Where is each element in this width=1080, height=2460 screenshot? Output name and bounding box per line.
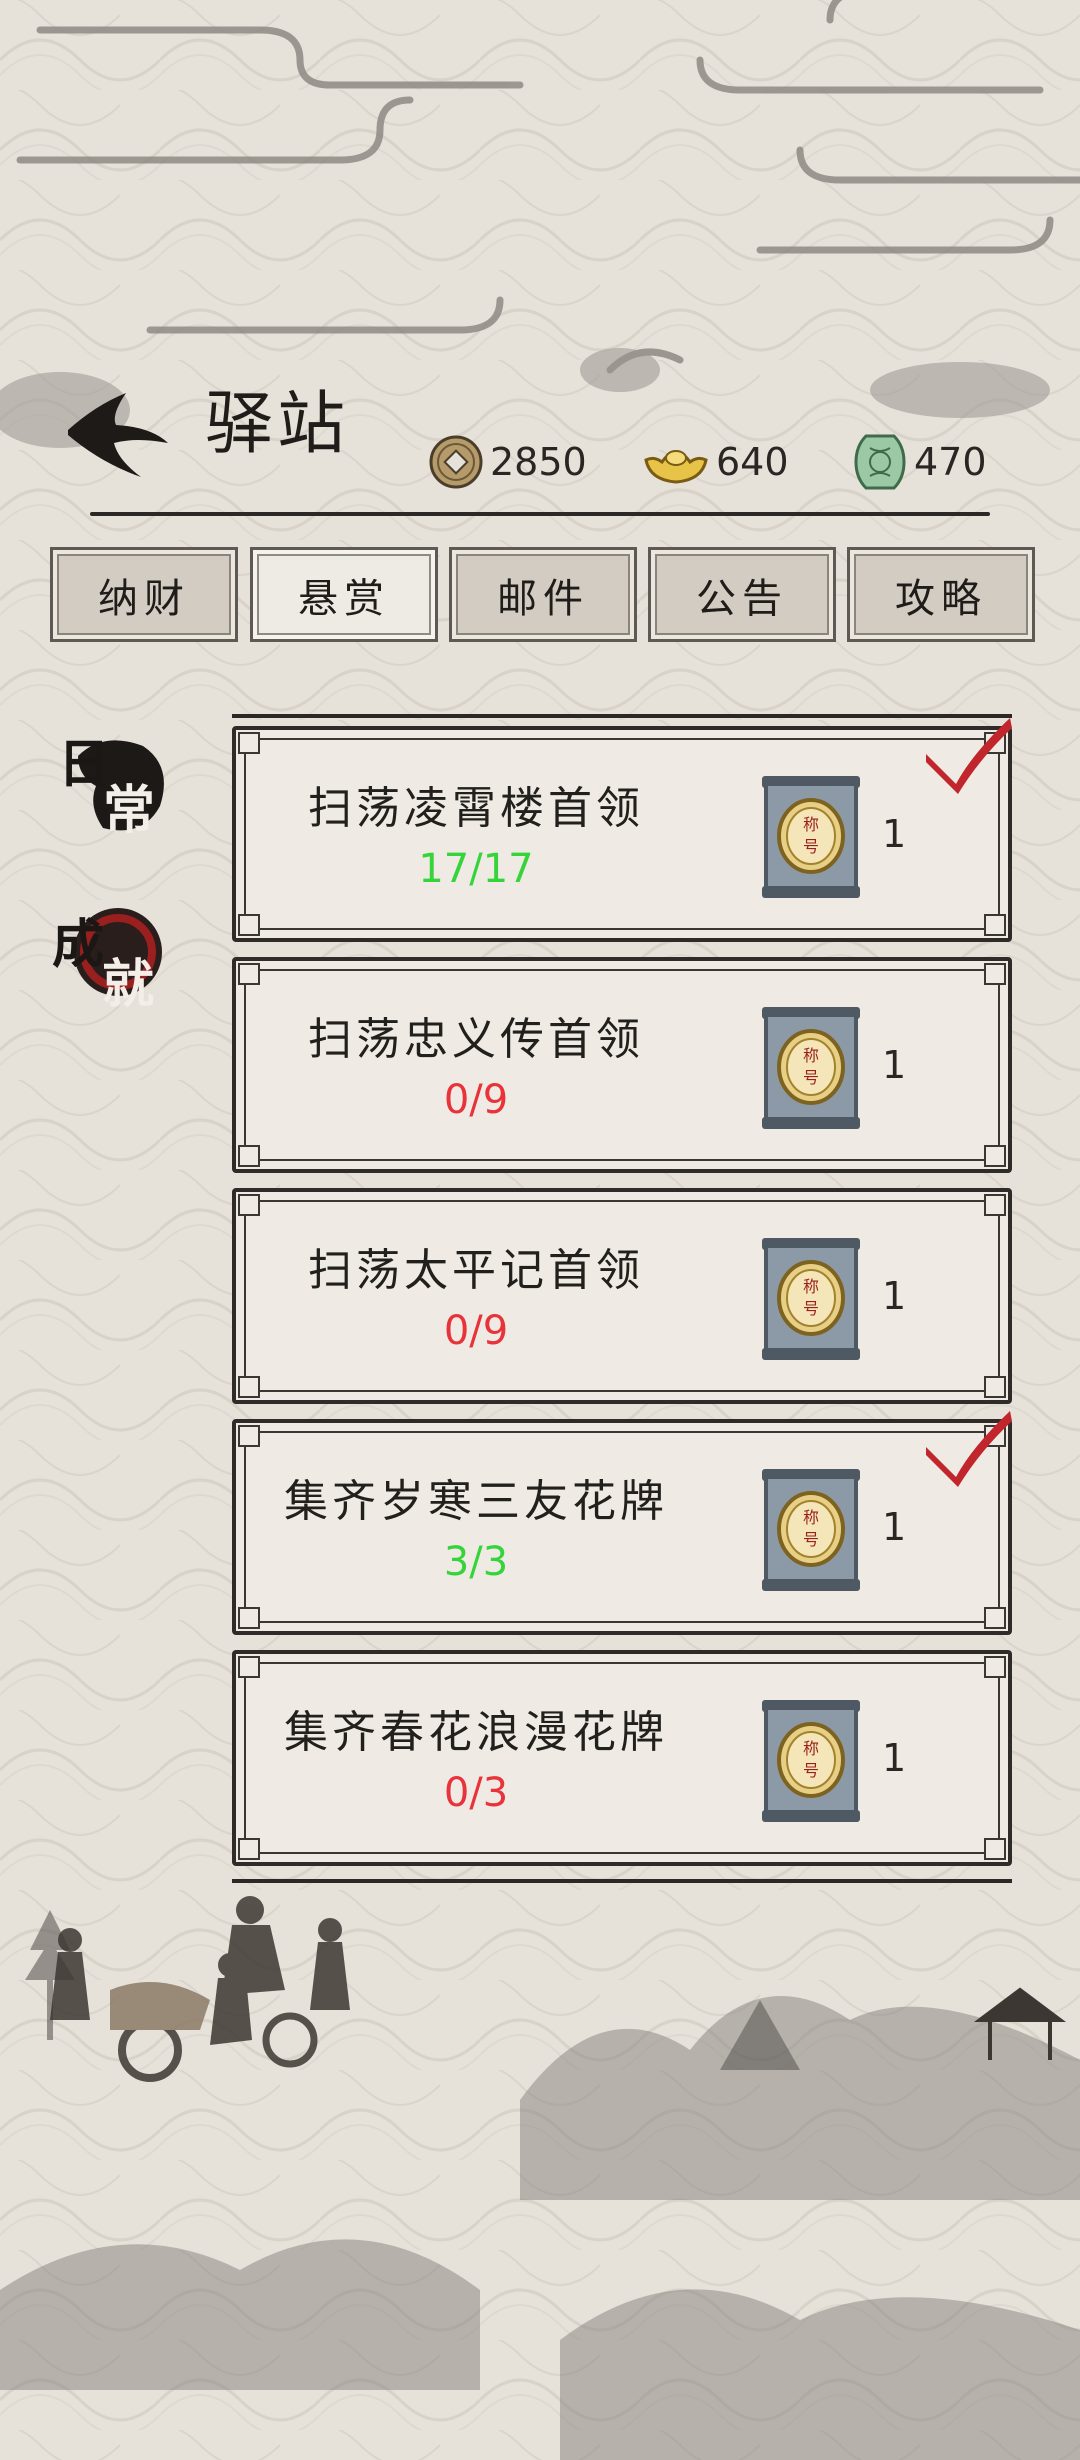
tab-gonggao[interactable]: 公告: [648, 547, 836, 642]
completed-check-icon: [926, 718, 1012, 794]
quest-card[interactable]: 扫荡太平记首领 0/9 称号 1: [232, 1188, 1012, 1404]
reward-count: 1: [882, 1736, 907, 1780]
title-scroll-icon[interactable]: 称号: [756, 1696, 866, 1826]
currency-copper-coin: 2850: [428, 432, 587, 492]
jade-token-count: 470: [914, 440, 987, 484]
quest-card[interactable]: 集齐春花浪漫花牌 0/3 称号 1: [232, 1650, 1012, 1866]
page-title: 驿站: [205, 385, 350, 464]
currency-gold-ingot: 640: [642, 432, 789, 492]
quest-title: 扫荡忠义传首领: [308, 1014, 644, 1065]
reward-count: 1: [882, 812, 907, 856]
quest-card[interactable]: 集齐岁寒三友花牌 3/3 称号 1: [232, 1411, 1012, 1635]
side-tab-daily-char-2: 常: [103, 780, 156, 841]
porters-figures: [50, 1896, 350, 2082]
quest-progress: 0/9: [443, 1308, 509, 1354]
quest-progress: 17/17: [418, 846, 534, 892]
quest-progress: 0/3: [443, 1770, 509, 1816]
tab-xuanshang[interactable]: 悬赏: [250, 547, 438, 642]
quest-title: 集齐春花浪漫花牌: [284, 1707, 668, 1758]
tab-youjian[interactable]: 邮件: [449, 547, 637, 642]
reward-count: 1: [882, 1505, 907, 1549]
reward-count: 1: [882, 1043, 907, 1087]
header-divider: [90, 512, 990, 516]
title-scroll-icon[interactable]: 称号: [756, 1003, 866, 1133]
list-top-divider: [232, 714, 1012, 718]
title-scroll-icon[interactable]: 称号: [756, 1465, 866, 1595]
copper-coin-count: 2850: [490, 440, 587, 484]
quest-progress: 0/9: [443, 1077, 509, 1123]
completed-check-icon: [926, 1411, 1012, 1487]
ink-landscape-illustration: [0, 1896, 1080, 2460]
quest-title: 扫荡凌霄楼首领: [308, 783, 644, 834]
tab-nacai[interactable]: 纳财: [50, 547, 238, 642]
back-arrow-icon[interactable]: [56, 385, 176, 485]
reward-count: 1: [882, 1274, 907, 1318]
tab-gonglue[interactable]: 攻略: [847, 547, 1035, 642]
side-tab-achievements-char-2: 就: [102, 954, 155, 1015]
quest-title: 集齐岁寒三友花牌: [284, 1476, 668, 1527]
title-scroll-icon[interactable]: 称号: [756, 772, 866, 902]
side-tab-achievements-char-1: 成: [52, 914, 105, 975]
jade-token-icon: [854, 434, 906, 490]
quest-progress: 3/3: [443, 1539, 509, 1585]
quest-card[interactable]: 扫荡忠义传首领 0/9 称号 1: [232, 957, 1012, 1173]
title-scroll-icon[interactable]: 称号: [756, 1234, 866, 1364]
copper-coin-icon: [429, 435, 483, 489]
side-tab-achievements[interactable]: 成 就: [48, 890, 178, 1020]
quest-title: 扫荡太平记首领: [308, 1245, 644, 1296]
gold-ingot-count: 640: [716, 440, 789, 484]
side-tab-daily[interactable]: 日 常: [48, 716, 178, 846]
quest-card[interactable]: 扫荡凌霄楼首领 17/17 称号 1: [232, 718, 1012, 942]
gold-ingot-icon: [644, 450, 708, 484]
currency-jade-token: 470: [852, 432, 987, 492]
